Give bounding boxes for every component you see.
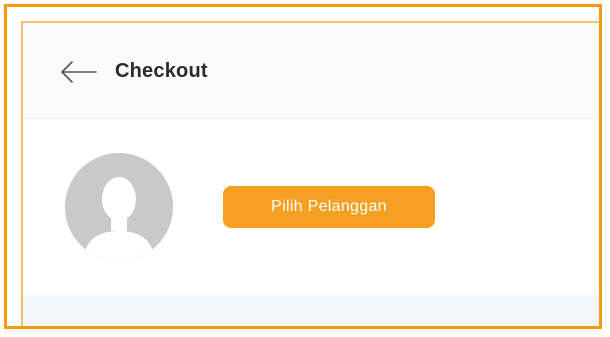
customer-section: Pilih Pelanggan: [23, 119, 599, 295]
bottom-section: [23, 295, 599, 326]
checkout-header: Checkout: [23, 23, 599, 119]
back-button[interactable]: [59, 59, 99, 85]
user-silhouette-icon: [65, 153, 173, 261]
avatar: [65, 153, 173, 261]
select-customer-button[interactable]: Pilih Pelanggan: [223, 186, 435, 228]
arrow-left-icon: [61, 61, 97, 83]
checkout-screen: Checkout Pilih Pelanggan: [23, 23, 599, 326]
page-title: Checkout: [115, 60, 208, 82]
screenshot-frame: Checkout Pilih Pelanggan: [4, 4, 602, 329]
